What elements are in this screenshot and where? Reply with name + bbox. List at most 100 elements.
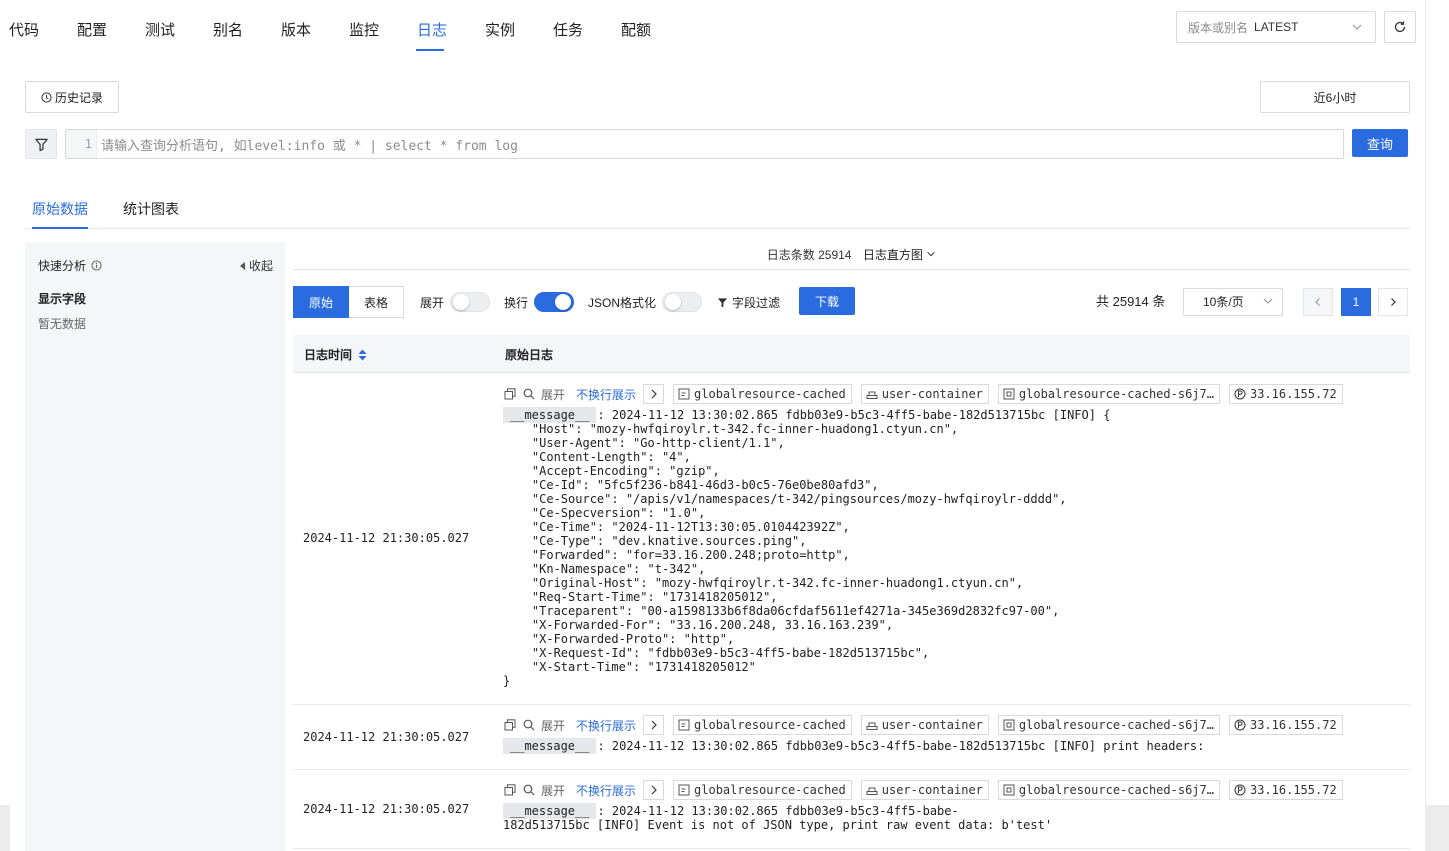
log-time: 2024-11-12 21:30:05.027	[303, 730, 470, 744]
tab-version[interactable]: 版本	[272, 0, 340, 52]
message-key: __message__	[503, 738, 597, 754]
tab-code[interactable]: 代码	[0, 0, 68, 52]
quick-analysis-title: 快速分析	[38, 257, 102, 274]
raw-mode-button[interactable]: 原始	[293, 286, 349, 318]
chevron-right-icon	[651, 720, 657, 730]
quick-analysis-label: 快速分析	[38, 259, 87, 273]
tag-container-text: user-container	[881, 718, 983, 732]
tag-ip-text: 33.16.155.72	[1249, 783, 1337, 797]
prev-page-button[interactable]	[1303, 288, 1333, 316]
no-wrap-link[interactable]: 不换行展示	[576, 717, 636, 734]
table-mode-button[interactable]: 表格	[349, 286, 404, 318]
tag-ip-text: 33.16.155.72	[1249, 387, 1337, 401]
copy-icon[interactable]	[503, 718, 517, 732]
expand-toggle-label: 展开	[420, 295, 445, 310]
json-format-toggle[interactable]	[662, 292, 703, 312]
context-button[interactable]	[643, 715, 665, 735]
sort-icon[interactable]	[358, 349, 367, 361]
history-label: 历史记录	[54, 90, 103, 105]
chevron-right-icon	[1391, 298, 1396, 306]
copy-icon[interactable]	[503, 783, 517, 797]
context-button[interactable]	[643, 384, 665, 404]
time-range-button[interactable]: 近6小时	[1260, 81, 1410, 113]
tab-quota[interactable]: 配额	[612, 0, 680, 52]
info-icon[interactable]	[91, 260, 102, 271]
tab-test[interactable]: 测试	[136, 0, 204, 52]
tag-ip: 33.16.155.72	[1228, 384, 1343, 404]
query-input[interactable]: 1 请输入查询分析语句, 如level:info 或 * | select * …	[65, 129, 1344, 159]
display-fields-title: 显示字段	[38, 292, 87, 306]
time-column-label: 日志时间	[304, 348, 353, 362]
expand-link[interactable]: 展开	[541, 782, 565, 799]
page-size-select[interactable]: 10条/页	[1183, 288, 1283, 316]
expand-toggle[interactable]	[450, 292, 491, 312]
wrap-toggle[interactable]	[534, 292, 575, 312]
query-line-number: 1	[66, 130, 97, 158]
search-icon[interactable]	[522, 718, 536, 732]
raw-log-column-header: 原始日志	[505, 348, 554, 362]
tag-ip: 33.16.155.72	[1228, 715, 1343, 735]
log-time: 2024-11-12 21:30:05.027	[303, 531, 470, 545]
no-wrap-link[interactable]: 不换行展示	[576, 386, 636, 403]
tag-container: user-container	[860, 384, 989, 404]
download-button[interactable]: 下载	[799, 287, 855, 315]
quick-analysis-panel: 快速分析 收起 显示字段 暂无数据	[25, 242, 285, 851]
function-icon	[678, 719, 690, 731]
query-placeholder: 请输入查询分析语句, 如level:info 或 * | select * fr…	[101, 138, 518, 154]
tag-function-text: globalresource-cached	[694, 387, 846, 401]
histogram-toggle[interactable]: 日志直方图	[863, 248, 936, 262]
function-icon	[678, 388, 690, 400]
log-toolbar: 原始 表格 展开 换行 JSON格式化 字段过滤 下载 共 25914 条 10…	[293, 286, 1410, 318]
time-column-header[interactable]: 日志时间	[304, 346, 367, 363]
field-filter-label: 字段过滤	[732, 295, 781, 310]
log-actions: 展开 不换行展示 globalresource-cached user-cont…	[503, 715, 1408, 735]
tag-ip: 33.16.155.72	[1228, 780, 1343, 800]
total-count: 共 25914 条	[1096, 294, 1166, 309]
wrap-toggle-group: 换行	[504, 286, 575, 318]
tab-monitor[interactable]: 监控	[340, 0, 408, 52]
tab-raw-data[interactable]: 原始数据	[32, 200, 88, 229]
view-tabs: 原始数据 统计图表	[25, 190, 1410, 229]
clock-icon	[41, 91, 52, 103]
expand-link[interactable]: 展开	[541, 386, 565, 403]
search-icon[interactable]	[522, 387, 536, 401]
collapse-button[interactable]: 收起	[239, 257, 273, 274]
chevron-down-icon	[1263, 298, 1273, 304]
message-key: __message__	[503, 803, 597, 819]
field-filter-button[interactable]: 字段过滤	[717, 286, 780, 318]
version-alias-select[interactable]: 版本或别名 LATEST	[1176, 11, 1376, 43]
log-table-header: 日志时间 原始日志	[293, 335, 1410, 373]
tab-alias[interactable]: 别名	[204, 0, 272, 52]
json-toggle-group: JSON格式化	[588, 286, 703, 318]
next-page-button[interactable]	[1378, 288, 1408, 316]
tab-stats-chart[interactable]: 统计图表	[123, 200, 179, 218]
no-wrap-link[interactable]: 不换行展示	[576, 782, 636, 799]
tab-instances[interactable]: 实例	[476, 0, 544, 52]
tab-logs[interactable]: 日志	[408, 0, 476, 52]
history-button[interactable]: 历史记录	[25, 81, 119, 113]
refresh-icon	[1394, 21, 1406, 33]
instance-icon	[1003, 784, 1015, 796]
table-row: 2024-11-12 21:30:05.027 展开 不换行展示 globalr…	[293, 705, 1410, 770]
log-count: 日志条数 25914	[766, 248, 852, 262]
tag-function: globalresource-cached	[673, 780, 852, 800]
json-toggle-label: JSON格式化	[588, 295, 657, 310]
filter-button[interactable]	[25, 129, 57, 159]
tag-ip-text: 33.16.155.72	[1249, 718, 1337, 732]
context-button[interactable]	[643, 780, 665, 800]
current-page[interactable]: 1	[1341, 288, 1371, 316]
ip-icon	[1234, 784, 1246, 796]
tag-container: user-container	[860, 715, 989, 735]
tab-tasks[interactable]: 任务	[544, 0, 612, 52]
log-content: 展开 不换行展示 globalresource-cached user-cont…	[503, 715, 1408, 754]
tag-function: globalresource-cached	[673, 384, 852, 404]
tab-config[interactable]: 配置	[68, 0, 136, 52]
window-edge-left-bottom	[0, 805, 10, 851]
tag-function: globalresource-cached	[673, 715, 852, 735]
collapse-label: 收起	[248, 259, 273, 273]
refresh-button[interactable]	[1384, 11, 1416, 43]
expand-link[interactable]: 展开	[541, 717, 565, 734]
search-icon[interactable]	[522, 783, 536, 797]
copy-icon[interactable]	[503, 387, 517, 401]
query-button[interactable]: 查询	[1352, 129, 1408, 157]
